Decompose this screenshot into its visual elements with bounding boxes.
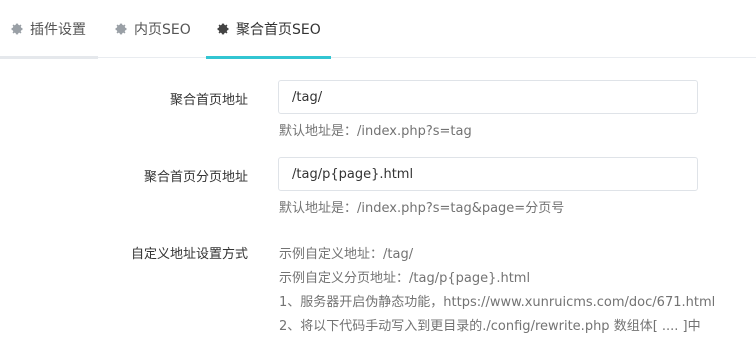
step-two-line: 2、将以下代码手动写入到更目录的./config/rewrite.php 数组体… (279, 319, 701, 334)
tab-bar: 插件设置 内页SEO 聚合首页SEO (0, 0, 756, 59)
form-row-home-url: 聚合首页地址 默认地址是：/index.php?s=tag (0, 80, 756, 150)
tab-underline (0, 56, 98, 59)
custom-method-label: 自定义地址设置方式 (130, 247, 248, 262)
tab-active-underline (206, 56, 331, 59)
tab-aggregate-home-seo[interactable]: 聚合首页SEO (206, 0, 331, 59)
example-page-url-line: 示例自定义分页地址：/tag/p{page}.html (279, 271, 531, 286)
home-page-url-label: 聚合首页分页地址 (143, 170, 248, 185)
tab-label: 聚合首页SEO (236, 22, 321, 38)
home-url-hint: 默认地址是：/index.php?s=tag (279, 124, 472, 139)
home-url-label: 聚合首页地址 (169, 93, 248, 108)
gear-icon (10, 22, 24, 36)
tab-label: 内页SEO (134, 22, 191, 38)
form-row-home-page-url: 聚合首页分页地址 默认地址是：/index.php?s=tag&page=分页号 (0, 157, 756, 227)
form-row-custom-method: 自定义地址设置方式 示例自定义地址：/tag/ 示例自定义分页地址：/tag/p… (0, 243, 756, 339)
tab-inner-seo[interactable]: 内页SEO (104, 0, 194, 58)
gear-icon (114, 22, 128, 36)
gear-icon (216, 22, 230, 36)
home-page-url-input[interactable] (278, 157, 698, 191)
step-one-line: 1、服务器开启伪静态功能，https://www.xunruicms.com/d… (279, 295, 716, 310)
tab-plugin-settings[interactable]: 插件设置 (0, 0, 98, 59)
tab-label: 插件设置 (30, 22, 86, 38)
example-url-line: 示例自定义地址：/tag/ (279, 247, 414, 262)
home-url-input[interactable] (278, 80, 698, 114)
home-page-url-hint: 默认地址是：/index.php?s=tag&page=分页号 (279, 201, 565, 216)
